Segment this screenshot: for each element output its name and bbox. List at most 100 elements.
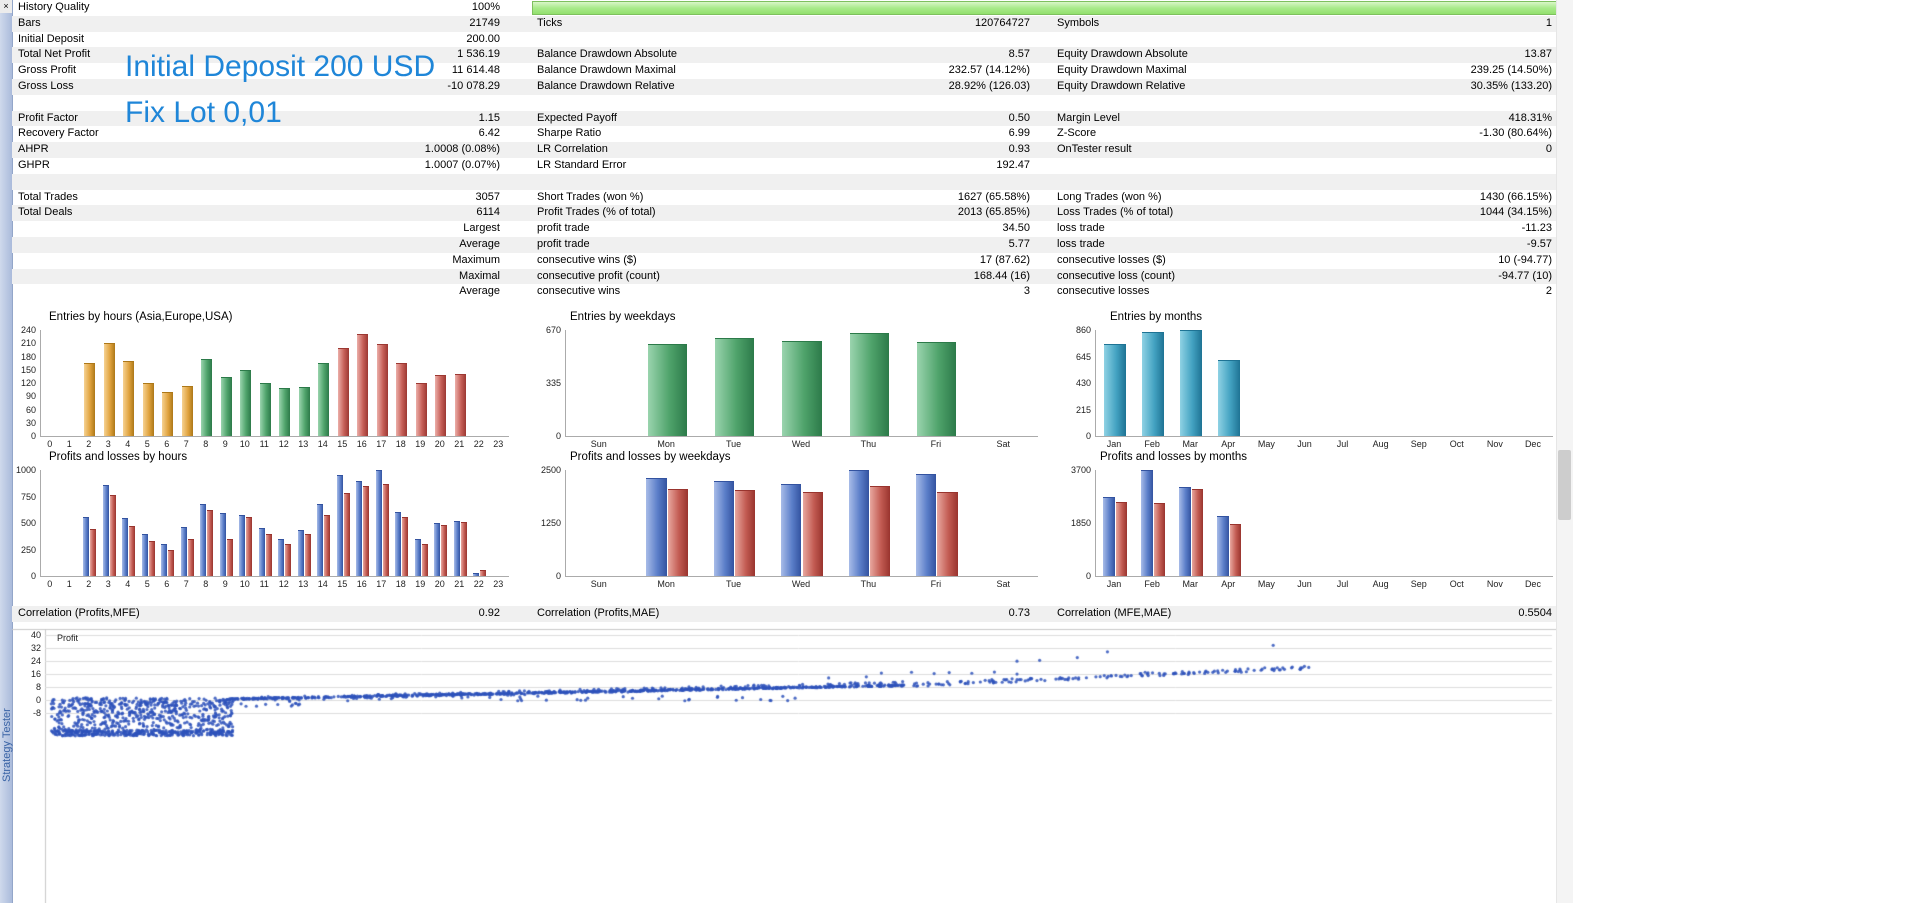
bar-loss xyxy=(1115,501,1127,576)
scatter-y-tick-label: 40 xyxy=(30,629,41,640)
bar xyxy=(454,374,466,436)
x-tick-label: 22 xyxy=(473,439,484,449)
stat-label: Balance Drawdown Maximal xyxy=(537,64,676,77)
chart-plot-entries_by_hours xyxy=(40,330,509,437)
y-tick-label: 0 xyxy=(555,571,561,581)
bar-loss xyxy=(187,538,194,576)
bar-loss xyxy=(246,516,253,576)
bar-profit xyxy=(375,470,382,576)
vertical-scrollbar[interactable] xyxy=(1556,0,1573,903)
bar-loss xyxy=(667,489,688,576)
stat-label: Loss Trades (% of total) xyxy=(1057,206,1174,219)
chart-title-pl_by_hours: Profits and losses by hours xyxy=(49,451,188,463)
bar-profit xyxy=(297,530,304,576)
stat-value: 3 xyxy=(1023,285,1030,298)
bar-loss xyxy=(869,486,891,576)
bar-loss xyxy=(402,516,409,576)
chart-plot-entries_by_weekdays xyxy=(565,330,1038,437)
stat-label xyxy=(12,269,318,285)
stat-value xyxy=(318,174,500,190)
y-tick-label: 1000 xyxy=(15,465,36,475)
stat-label xyxy=(12,174,318,190)
bar-loss xyxy=(382,483,389,576)
x-tick-label: 21 xyxy=(454,579,465,589)
bar-profit xyxy=(453,520,460,576)
stats-row: Average profit trade 5.77 loss trade -9.57 xyxy=(12,236,1556,253)
x-tick-label: Fri xyxy=(930,579,942,589)
x-tick-label: 4 xyxy=(125,579,131,589)
x-tick-label: Jan xyxy=(1106,579,1122,589)
stat-value: 2 xyxy=(1545,285,1552,298)
x-tick-label: 15 xyxy=(337,439,348,449)
y-tick-label: 180 xyxy=(20,351,36,362)
x-tick-label: Mon xyxy=(657,439,675,449)
bar-loss xyxy=(90,529,97,576)
x-tick-label: 18 xyxy=(395,439,406,449)
stat-label: consecutive losses xyxy=(1057,285,1150,298)
annotation-line-2: Fix Lot 0,01 xyxy=(125,96,282,129)
stat-label xyxy=(537,32,820,48)
stat-label: consecutive wins ($) xyxy=(537,253,637,266)
x-tick-label: Sun xyxy=(590,439,607,449)
stat-label: Z-Score xyxy=(1057,127,1097,140)
bar-profit xyxy=(781,483,802,576)
y-tick-label: 30 xyxy=(25,417,36,428)
bar-loss xyxy=(168,549,175,576)
bar-profit xyxy=(336,475,343,576)
bar-loss xyxy=(802,492,823,576)
correlation-profits-mae-value: 0.73 xyxy=(1008,607,1030,619)
stat-value: -11.23 xyxy=(1521,222,1552,235)
y-tick-label: 0 xyxy=(1085,431,1091,441)
stat-label: profit trade xyxy=(537,222,590,235)
stat-value: -9.57 xyxy=(1526,237,1552,250)
bar xyxy=(782,341,822,436)
x-tick-label: Jul xyxy=(1336,579,1349,589)
correlation-row: Correlation (Profits,MFE) 0.92 Correlati… xyxy=(12,606,1556,622)
stat-value: 30.35% (133.20) xyxy=(1470,79,1552,92)
bar-profit xyxy=(83,516,90,576)
bar-loss xyxy=(735,489,756,576)
y-tick-label: 250 xyxy=(20,544,36,555)
stat-value: 3057 xyxy=(475,190,500,203)
x-tick-label: Feb xyxy=(1144,579,1160,589)
stat-value xyxy=(1350,32,1552,48)
x-tick-label: 16 xyxy=(356,439,367,449)
stat-value: 1627 (65.58%) xyxy=(957,190,1030,203)
bar-profit xyxy=(848,470,869,576)
chart-plot-pl_by_weekdays xyxy=(565,470,1038,577)
y-tick-label: 670 xyxy=(545,325,561,335)
bar xyxy=(849,333,889,436)
x-tick-label: Dec xyxy=(1524,579,1541,589)
chart-title-entries_by_hours: Entries by hours (Asia,Europe,USA) xyxy=(49,311,233,323)
bar xyxy=(357,333,369,436)
close-icon[interactable]: × xyxy=(0,0,12,13)
bar xyxy=(1142,331,1165,436)
profit-scatter-plot xyxy=(12,628,1560,903)
x-tick-label: 23 xyxy=(493,579,504,589)
vertical-scrollbar-thumb[interactable] xyxy=(1558,450,1571,520)
stat-label: LR Correlation xyxy=(537,143,608,156)
x-tick-label: 17 xyxy=(376,579,387,589)
chart-plot-pl_by_hours xyxy=(40,470,509,577)
bar-loss xyxy=(441,525,448,576)
chart-title-pl_by_months: Profits and losses by months xyxy=(1100,451,1248,463)
bar-profit xyxy=(180,527,187,576)
bar xyxy=(1218,359,1241,436)
stat-value: 0.93 xyxy=(1008,143,1030,156)
bar-profit xyxy=(219,513,226,576)
bar-loss xyxy=(265,533,272,576)
bar xyxy=(103,343,115,436)
bar-loss xyxy=(480,569,487,576)
stat-value: 232.57 (14.12%) xyxy=(948,64,1030,77)
stat-value: 168.44 (16) xyxy=(973,269,1030,282)
x-tick-label: 20 xyxy=(434,439,445,449)
stat-value: 0.50 xyxy=(1008,111,1030,124)
bar-loss xyxy=(343,493,350,576)
stat-label xyxy=(12,221,318,237)
stats-row: History Quality 100% xyxy=(12,0,1566,16)
x-tick-label: 14 xyxy=(317,439,328,449)
stat-value: 120764727 xyxy=(974,16,1030,29)
x-tick-label: Sat xyxy=(996,579,1011,589)
stat-label: Equity Drawdown Relative xyxy=(1057,79,1186,92)
bar-loss xyxy=(1229,524,1242,576)
